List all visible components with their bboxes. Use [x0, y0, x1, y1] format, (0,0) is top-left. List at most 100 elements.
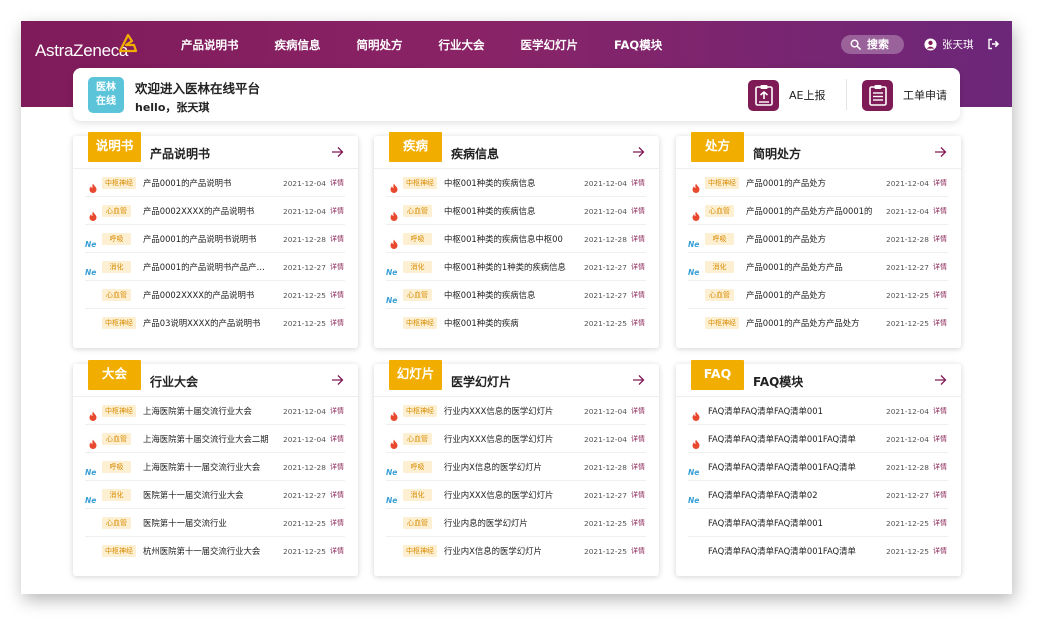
logout-icon[interactable] — [987, 38, 999, 50]
list-item[interactable]: 呼吸 中枢001种类的疾病信息中枢00 2021-12-28 详情 — [386, 225, 646, 253]
detail-link[interactable]: 详情 — [330, 234, 344, 245]
item-title[interactable]: 行业内XXX信息的医学幻灯片 — [444, 433, 577, 445]
item-title[interactable]: 中枢001种类的疾病信息 — [444, 205, 577, 217]
list-item[interactable]: New FAQ清单FAQ清单FAQ清单001FAQ清单 2021-12-28 详… — [688, 453, 948, 481]
item-title[interactable]: 行业内X信息的医学幻灯片 — [444, 461, 577, 473]
list-item[interactable]: 心血管 产品0001的产品处方 2021-12-25 详情 — [688, 281, 948, 309]
list-item[interactable]: 心血管 行业内息的医学幻灯片 2021-12-25 详情 — [386, 509, 646, 537]
ticket-apply-button[interactable]: 工单申请 — [862, 79, 947, 111]
list-item[interactable]: 中枢神经 产品0001的产品说明书 2021-12-04 详情 — [85, 169, 345, 197]
nav-conference[interactable]: 行业大会 — [439, 37, 485, 53]
list-item[interactable]: New 消化 产品0001的产品说明书产品产… 2021-12-27 详情 — [85, 253, 345, 281]
item-title[interactable]: FAQ清单FAQ清单FAQ清单001FAQ清单 — [708, 545, 879, 557]
nav-faq[interactable]: FAQ模块 — [614, 37, 662, 53]
list-item[interactable]: FAQ清单FAQ清单FAQ清单001 2021-12-04 详情 — [688, 397, 948, 425]
arrow-right-icon[interactable] — [331, 146, 344, 158]
item-title[interactable]: FAQ清单FAQ清单FAQ清单001FAQ清单 — [708, 433, 879, 445]
detail-link[interactable]: 详情 — [631, 434, 645, 445]
detail-link[interactable]: 详情 — [330, 406, 344, 417]
astrazeneca-logo[interactable]: AstraZeneca — [35, 41, 128, 61]
list-item[interactable]: New 呼吸 上海医院第十一届交流行业大会 2021-12-28 详情 — [85, 453, 345, 481]
arrow-right-icon[interactable] — [934, 374, 947, 386]
nav-disease-info[interactable]: 疾病信息 — [275, 37, 321, 53]
list-item[interactable]: 心血管 产品0002XXXX的产品说明书 2021-12-25 详情 — [85, 281, 345, 309]
detail-link[interactable]: 详情 — [631, 234, 645, 245]
detail-link[interactable]: 详情 — [330, 490, 344, 501]
list-item[interactable]: New 呼吸 产品0001的产品处方 2021-12-28 详情 — [688, 225, 948, 253]
list-item[interactable]: FAQ清单FAQ清单FAQ清单001FAQ清单 2021-12-25 详情 — [688, 537, 948, 565]
arrow-right-icon[interactable] — [331, 374, 344, 386]
detail-link[interactable]: 详情 — [933, 490, 947, 501]
item-title[interactable]: 产品0001的产品处方产品0001的 — [746, 205, 879, 217]
list-item[interactable]: New 消化 中枢001种类的1种类的疾病信息 2021-12-27 详情 — [386, 253, 646, 281]
item-title[interactable]: 产品0001的产品说明书说明书 — [143, 233, 276, 245]
detail-link[interactable]: 详情 — [631, 546, 645, 557]
item-title[interactable]: 中枢001种类的1种类的疾病信息 — [444, 261, 577, 273]
detail-link[interactable]: 详情 — [933, 318, 947, 329]
panel-title[interactable]: 行业大会 — [150, 373, 198, 390]
list-item[interactable]: 中枢神经 行业内XXX信息的医学幻灯片 2021-12-04 详情 — [386, 397, 646, 425]
detail-link[interactable]: 详情 — [330, 262, 344, 273]
list-item[interactable]: 中枢神经 杭州医院第十一届交流行业大会 2021-12-25 详情 — [85, 537, 345, 565]
item-title[interactable]: 产品0001的产品处方产品 — [746, 261, 879, 273]
detail-link[interactable]: 详情 — [933, 406, 947, 417]
item-title[interactable]: FAQ清单FAQ清单FAQ清单001 — [708, 517, 879, 529]
panel-title[interactable]: 产品说明书 — [150, 145, 210, 162]
item-title[interactable]: 行业内X信息的医学幻灯片 — [444, 545, 577, 557]
panel-title[interactable]: 疾病信息 — [451, 145, 499, 162]
detail-link[interactable]: 详情 — [933, 234, 947, 245]
item-title[interactable]: 产品0001的产品处方 — [746, 177, 879, 189]
item-title[interactable]: 产品0001的产品处方 — [746, 233, 879, 245]
item-title[interactable]: 产品03说明XXXX的产品说明书 — [143, 317, 276, 329]
detail-link[interactable]: 详情 — [933, 178, 947, 189]
detail-link[interactable]: 详情 — [933, 518, 947, 529]
item-title[interactable]: 产品0001的产品说明书产品产… — [143, 261, 276, 273]
detail-link[interactable]: 详情 — [631, 462, 645, 473]
arrow-right-icon[interactable] — [934, 146, 947, 158]
item-title[interactable]: 杭州医院第十一届交流行业大会 — [143, 545, 276, 557]
item-title[interactable]: 医院第十一届交流行业大会 — [143, 489, 276, 501]
item-title[interactable]: 产品0002XXXX的产品说明书 — [143, 289, 276, 301]
list-item[interactable]: New 消化 医院第十一届交流行业大会 2021-12-27 详情 — [85, 481, 345, 509]
arrow-right-icon[interactable] — [632, 146, 645, 158]
detail-link[interactable]: 详情 — [631, 262, 645, 273]
detail-link[interactable]: 详情 — [330, 546, 344, 557]
list-item[interactable]: FAQ清单FAQ清单FAQ清单001FAQ清单 2021-12-04 详情 — [688, 425, 948, 453]
nav-product-manual[interactable]: 产品说明书 — [181, 37, 239, 53]
user-menu[interactable]: 张天琪 — [924, 37, 974, 53]
detail-link[interactable]: 详情 — [933, 434, 947, 445]
list-item[interactable]: New 呼吸 行业内X信息的医学幻灯片 2021-12-28 详情 — [386, 453, 646, 481]
list-item[interactable]: New 呼吸 产品0001的产品说明书说明书 2021-12-28 详情 — [85, 225, 345, 253]
detail-link[interactable]: 详情 — [933, 262, 947, 273]
panel-title[interactable]: 医学幻灯片 — [451, 373, 511, 390]
detail-link[interactable]: 详情 — [631, 318, 645, 329]
detail-link[interactable]: 详情 — [631, 178, 645, 189]
list-item[interactable]: 心血管 医院第十一届交流行业 2021-12-25 详情 — [85, 509, 345, 537]
search-button[interactable]: 搜索 — [841, 35, 904, 54]
item-title[interactable]: 行业内息的医学幻灯片 — [444, 517, 577, 529]
detail-link[interactable]: 详情 — [330, 462, 344, 473]
item-title[interactable]: 行业内XXX信息的医学幻灯片 — [444, 489, 577, 501]
ae-report-button[interactable]: AE上报 — [748, 79, 825, 111]
detail-link[interactable]: 详情 — [933, 546, 947, 557]
detail-link[interactable]: 详情 — [933, 206, 947, 217]
detail-link[interactable]: 详情 — [631, 490, 645, 501]
item-title[interactable]: FAQ清单FAQ清单FAQ清单001FAQ清单 — [708, 461, 879, 473]
list-item[interactable]: New 消化 行业内XXX信息的医学幻灯片 2021-12-27 详情 — [386, 481, 646, 509]
panel-title[interactable]: FAQ模块 — [753, 373, 803, 390]
item-title[interactable]: 中枢001种类的疾病 — [444, 317, 577, 329]
list-item[interactable]: New 消化 产品0001的产品处方产品 2021-12-27 详情 — [688, 253, 948, 281]
arrow-right-icon[interactable] — [632, 374, 645, 386]
item-title[interactable]: 中枢001种类的疾病信息 — [444, 177, 577, 189]
item-title[interactable]: 产品0001的产品处方 — [746, 289, 879, 301]
list-item[interactable]: 中枢神经 产品0001的产品处方 2021-12-04 详情 — [688, 169, 948, 197]
detail-link[interactable]: 详情 — [330, 518, 344, 529]
item-title[interactable]: 上海医院第十届交流行业大会 — [143, 405, 276, 417]
detail-link[interactable]: 详情 — [330, 178, 344, 189]
detail-link[interactable]: 详情 — [631, 290, 645, 301]
detail-link[interactable]: 详情 — [631, 518, 645, 529]
item-title[interactable]: 上海医院第十届交流行业大会二期 — [143, 433, 276, 445]
detail-link[interactable]: 详情 — [631, 406, 645, 417]
list-item[interactable]: New 心血管 中枢001种类的疾病信息 2021-12-27 详情 — [386, 281, 646, 309]
detail-link[interactable]: 详情 — [933, 462, 947, 473]
